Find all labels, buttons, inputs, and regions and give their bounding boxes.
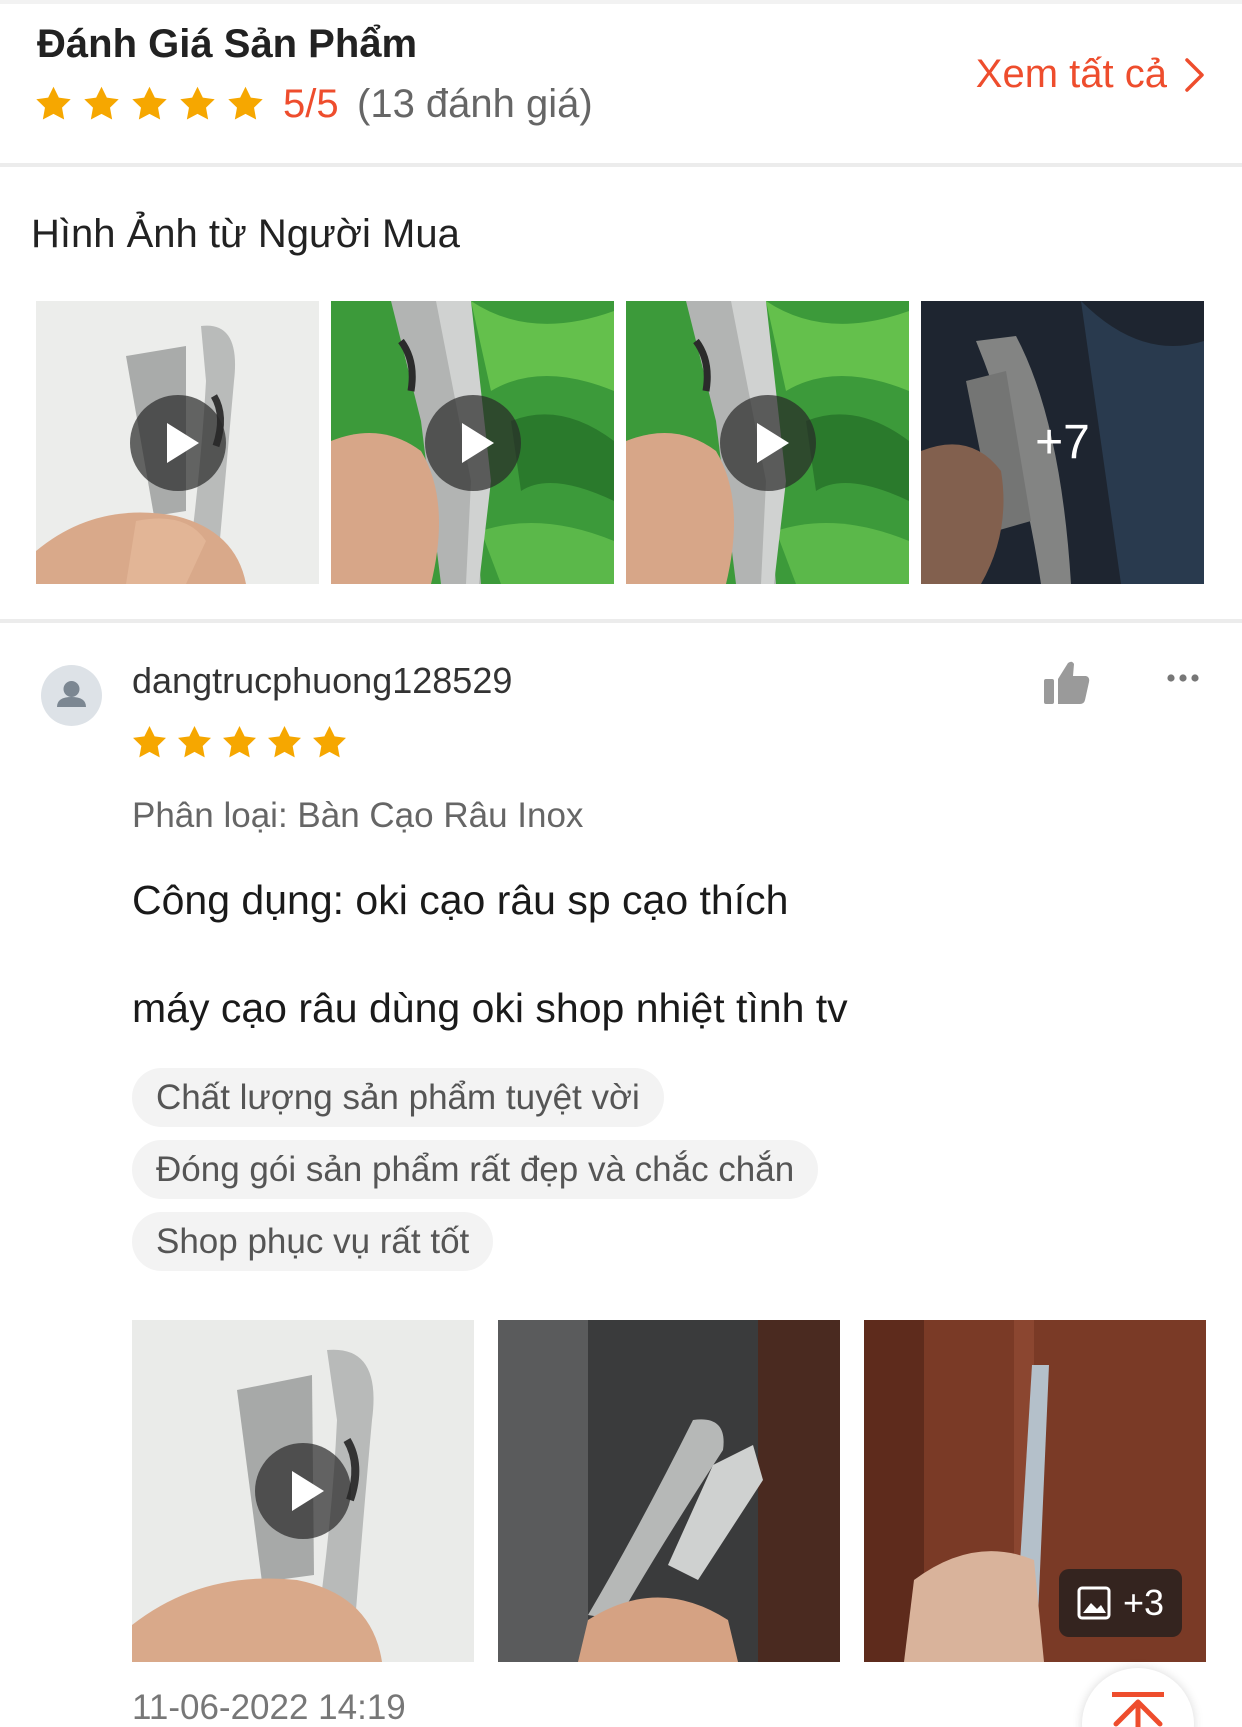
section-divider (0, 163, 1242, 167)
arrow-up-icon (1112, 1692, 1164, 1727)
more-dots-icon[interactable] (1166, 672, 1200, 684)
back-to-top-button[interactable] (1082, 1668, 1194, 1727)
review-tag: Shop phục vụ rất tốt (132, 1212, 494, 1271)
review-count: (13 đánh giá) (357, 82, 593, 126)
buyer-images-title: Hình Ảnh từ Người Mua (31, 212, 460, 256)
review-media-gallery: +3 (132, 1320, 1206, 1662)
star-icon (313, 725, 346, 758)
star-icon (228, 86, 263, 120)
play-icon (255, 1443, 351, 1539)
review-tags: Chất lượng sản phẩm tuyệt vời Đóng gói s… (132, 1068, 819, 1284)
buyer-images-gallery: +7 (36, 301, 1204, 584)
see-all-label: Xem tất cả (975, 52, 1167, 96)
rating-stars (35, 86, 264, 121)
review-tag: Chất lượng sản phẩm tuyệt vời (132, 1068, 664, 1127)
comment-line: Công dụng: oki cạo râu sp cạo thích (132, 877, 789, 923)
more-media-count: +3 (1122, 1582, 1164, 1623)
product-variation: Phân loại: Bàn Cạo Râu Inox (132, 796, 584, 835)
comment-line: máy cạo râu dùng oki shop nhiệt tình tv (132, 985, 848, 1031)
chevron-right-icon (1185, 57, 1204, 92)
star-icon (268, 725, 301, 758)
review-comment: Công dụng: oki cạo râu sp cạo thích máy … (132, 873, 848, 1035)
play-icon (129, 394, 226, 491)
star-icon (132, 86, 167, 120)
review-rating-stars (132, 725, 347, 759)
review-tag: Đóng gói sản phẩm rất đẹp và chắc chắn (132, 1140, 819, 1199)
review-video-thumbnail[interactable] (132, 1320, 474, 1662)
review-image-thumbnail[interactable] (498, 1320, 840, 1662)
buyer-video-thumbnail[interactable] (626, 301, 909, 584)
product-review-header: Đánh Giá Sản Phẩm 5/5 (13 đánh giá) Xem … (0, 0, 1242, 166)
razor-photo (498, 1320, 840, 1662)
star-icon (36, 86, 71, 120)
section-divider (0, 619, 1242, 623)
review-image-more[interactable]: +3 (864, 1320, 1206, 1662)
star-icon (133, 725, 166, 758)
more-images-count: +7 (921, 301, 1204, 584)
buyer-video-thumbnail[interactable] (331, 301, 614, 584)
see-all-link[interactable]: Xem tất cả (976, 52, 1207, 97)
image-icon (1077, 1586, 1111, 1620)
star-icon (84, 86, 119, 120)
more-media-badge: +3 (1058, 1569, 1182, 1637)
buyer-video-thumbnail[interactable] (36, 301, 319, 584)
reviewer-username: dangtrucphuong128529 (132, 660, 513, 701)
star-icon (223, 725, 256, 758)
buyer-image-more[interactable]: +7 (921, 301, 1204, 584)
star-icon (178, 725, 211, 758)
thumbs-up-icon[interactable] (1044, 660, 1090, 704)
user-avatar-icon (41, 665, 102, 726)
section-title: Đánh Giá Sản Phẩm (37, 22, 418, 66)
review-timestamp: 11-06-2022 14:19 (132, 1688, 406, 1727)
star-icon (180, 86, 215, 120)
play-icon (424, 394, 521, 491)
rating-score: 5/5 (283, 82, 339, 126)
play-icon (719, 394, 816, 491)
